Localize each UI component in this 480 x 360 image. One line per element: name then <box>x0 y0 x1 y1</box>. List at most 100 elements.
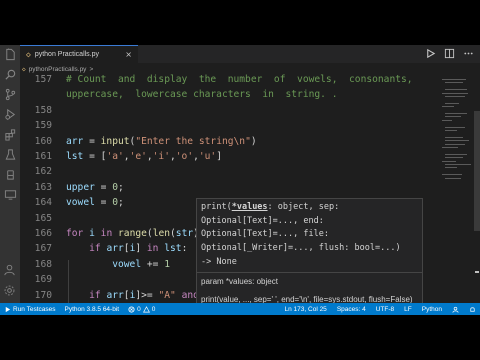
line-number: 170 <box>34 289 52 301</box>
code-line[interactable]: uppercase, lowercase characters in strin… <box>20 87 440 102</box>
minimap-line <box>442 119 452 121</box>
code-text: if arr[i] in lst: <box>89 243 188 255</box>
signature-help-popup: print(*values: object, sep: Optional[Text… <box>196 198 423 315</box>
line-number: 169 <box>34 274 52 286</box>
remote-explorer-icon[interactable] <box>4 188 17 201</box>
account-icon[interactable] <box>3 263 16 276</box>
tab-bar: ◇ python Practicalls.py × <box>0 45 480 63</box>
source-control-icon[interactable] <box>4 88 17 101</box>
minimap-line <box>445 130 457 131</box>
more-actions-icon[interactable] <box>463 48 474 59</box>
minimap-line <box>445 116 461 118</box>
cursor-position[interactable]: Ln 173, Col 25 <box>285 306 327 313</box>
code-line[interactable]: 158 <box>20 103 440 118</box>
python-file-icon: ◇ <box>26 50 31 59</box>
code-text: vowel += 1 <box>112 258 170 270</box>
interpreter-label: Python 3.8.5 64-bit <box>64 305 120 313</box>
code-text: if arr[i]>= "A" and <box>89 289 199 301</box>
encoding[interactable]: UTF-8 <box>376 306 394 313</box>
line-number: 164 <box>34 197 52 209</box>
minimap-line <box>445 113 467 114</box>
status-bar: Run Testcases Python 3.8.5 64-bit 0 0 Ln… <box>0 303 480 315</box>
minimap-line <box>445 153 467 155</box>
minimap-line <box>445 82 463 84</box>
minimap-line <box>442 174 462 176</box>
minimap-line <box>445 136 463 138</box>
run-icon[interactable] <box>425 48 436 59</box>
minimap-line <box>445 157 463 159</box>
interpreter-selector[interactable]: Python 3.8.5 64-bit <box>65 306 120 313</box>
code-line[interactable]: 159 <box>20 118 440 133</box>
code-text: upper = 0; <box>66 181 124 193</box>
code-text: vowel = 0; <box>66 197 124 209</box>
error-icon <box>128 305 135 313</box>
code-line[interactable]: 161 lst = ['a','e','i','o','u'] <box>20 149 440 164</box>
scrollbar-thumb[interactable] <box>474 111 480 231</box>
bell-icon[interactable] <box>469 306 476 313</box>
language-mode[interactable]: Python <box>422 306 442 313</box>
feedback-icon[interactable] <box>452 306 459 313</box>
line-number: 162 <box>34 166 52 178</box>
gear-icon[interactable] <box>3 284 16 297</box>
testing-icon[interactable] <box>4 148 17 161</box>
code-text: lst = ['a','e','i','o','u'] <box>66 151 222 162</box>
minimap-line <box>445 96 465 97</box>
split-editor-icon[interactable] <box>444 48 455 59</box>
minimap-line <box>442 147 458 148</box>
minimap-line <box>445 164 471 165</box>
line-number: 166 <box>34 228 52 239</box>
popup-divider <box>197 272 422 273</box>
code-text: for i in range(len(str)) <box>66 228 205 239</box>
minimap-line <box>445 167 457 169</box>
run-testcases-button[interactable]: Run Testcases <box>4 306 56 313</box>
activity-bar-bottom <box>3 263 16 297</box>
minimap-line <box>445 102 459 104</box>
minimap-line <box>445 140 469 142</box>
end-of-line[interactable]: LF <box>404 306 412 313</box>
minimap-line <box>445 89 467 91</box>
editor-actions <box>425 48 474 59</box>
line-number: 157 <box>34 74 52 85</box>
line-number: 158 <box>34 104 52 116</box>
code-line[interactable]: 163 upper = 0; <box>20 180 440 195</box>
scrollbar-cursor-marker <box>475 271 479 273</box>
line-number: 167 <box>34 243 52 255</box>
minimap[interactable] <box>442 75 472 185</box>
minimap-line <box>445 126 465 128</box>
code-line[interactable]: 157 # Count and display the number of vow… <box>20 72 440 87</box>
error-count: 0 <box>137 305 141 313</box>
code-line[interactable]: 160 arr = input("Enter the string\n") <box>20 134 440 149</box>
activity-bar <box>0 45 20 303</box>
run-debug-icon[interactable] <box>4 108 17 121</box>
warning-icon <box>142 305 150 312</box>
search-icon[interactable] <box>4 68 17 81</box>
line-number: 159 <box>34 120 52 132</box>
line-number: 161 <box>34 151 52 162</box>
problems-indicator[interactable]: 0 0 <box>128 306 155 313</box>
vertical-scrollbar[interactable] <box>474 75 480 303</box>
extensions-icon[interactable] <box>4 128 17 141</box>
line-number: 165 <box>34 212 52 224</box>
warning-count: 0 <box>151 305 156 313</box>
editor-tab[interactable]: ◇ python Practicalls.py × <box>20 45 138 63</box>
line-number: 163 <box>34 181 52 193</box>
tab-title: python Practicalls.py <box>34 51 100 58</box>
indentation[interactable]: Spaces: 4 <box>337 306 366 313</box>
minimap-line <box>445 143 465 145</box>
vscode-window: ◇ python Practicalls.py × ◇ pythonPracti… <box>0 45 480 315</box>
beaker-icon[interactable] <box>4 168 17 181</box>
minimap-line <box>442 92 468 94</box>
code-text: uppercase, lowercase characters in strin… <box>66 89 338 101</box>
code-text: # Count and display the number of vowels… <box>66 74 413 85</box>
minimap-line <box>442 106 454 108</box>
minimap-line <box>442 79 466 80</box>
line-number: 160 <box>34 135 52 147</box>
code-line[interactable]: 162 <box>20 164 440 179</box>
param-doc: param *values: object <box>201 277 278 286</box>
line-number: 168 <box>34 258 52 270</box>
signature-text: print(*values: object, sep: Optional[Text… <box>201 202 401 267</box>
close-icon[interactable]: × <box>125 50 132 59</box>
files-icon[interactable] <box>4 48 17 61</box>
run-testcases-label: Run Testcases <box>13 305 56 313</box>
minimap-line <box>442 160 456 162</box>
